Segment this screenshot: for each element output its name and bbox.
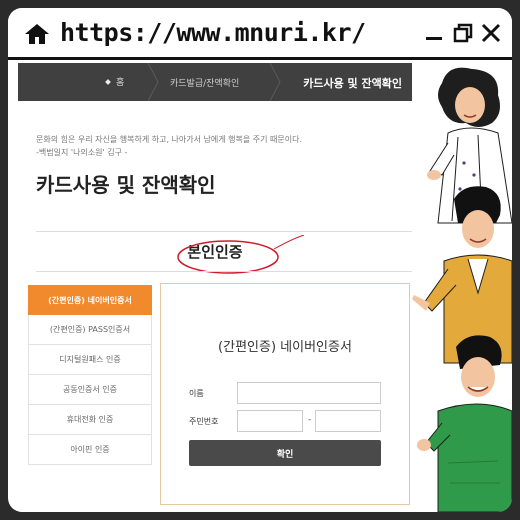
menu-item-joint-certificate[interactable]: 공동인증서 인증	[28, 375, 152, 405]
chevron-right-icon	[147, 63, 159, 101]
chevron-right-icon	[269, 63, 281, 101]
rrn-label: 주민번호	[189, 417, 219, 426]
quote-line: 문화의 힘은 우리 자신을 행복하게 하고, 나아가서 남에게 행복을 주기 때…	[36, 135, 303, 144]
form-title: (간편인증) 네이버인증서	[218, 340, 352, 355]
people-illustration	[412, 67, 512, 512]
breadcrumb: 홈 카드발급/잔액확인 카드사용 및 잔액확인	[18, 63, 412, 101]
divider	[36, 271, 412, 272]
menu-item-ipin[interactable]: 아이핀 인증	[28, 435, 152, 465]
menu-item-pass[interactable]: (간편인증) PASS인증서	[28, 315, 152, 345]
browser-frame: https://www.mnuri.kr/ 홈 카드발급/잔액확인 카드사용 및…	[8, 8, 512, 512]
web-page: 홈 카드발급/잔액확인 카드사용 및 잔액확인 문화의 힘은 우리 자신을 행복…	[18, 63, 412, 512]
home-dot-icon	[105, 78, 111, 85]
divider	[36, 231, 412, 232]
menu-item-naver[interactable]: (간편인증) 네이버인증서	[28, 285, 152, 315]
breadcrumb-home-label: 홈	[116, 78, 125, 88]
menu-item-mobile[interactable]: 휴대전화 인증	[28, 405, 152, 435]
name-input[interactable]	[237, 382, 381, 404]
auth-method-menu: (간편인증) 네이버인증서 (간편인증) PASS인증서 디지털원패스 인증 공…	[28, 285, 152, 465]
highlight-circle-annotation	[177, 235, 305, 274]
breadcrumb-home[interactable]: 홈	[105, 75, 125, 88]
man-green-sweater-illustration	[417, 335, 512, 512]
minimize-icon[interactable]	[424, 22, 446, 44]
menu-item-digital-onepass[interactable]: 디지털원패스 인증	[28, 345, 152, 375]
window-controls	[424, 22, 502, 44]
breadcrumb-current: 카드사용 및 잔액확인	[303, 77, 402, 90]
home-icon[interactable]	[24, 23, 50, 45]
quote: 문화의 힘은 우리 자신을 행복하게 하고, 나아가서 남에게 행복을 주기 때…	[36, 133, 302, 159]
man-yellow-jacket-illustration	[412, 186, 512, 364]
url-text[interactable]: https://www.mnuri.kr/	[60, 18, 366, 47]
breadcrumb-item-card[interactable]: 카드발급/잔액확인	[170, 76, 239, 89]
confirm-button[interactable]: 확인	[189, 440, 381, 466]
restore-icon[interactable]	[452, 22, 474, 44]
address-bar[interactable]: https://www.mnuri.kr/	[8, 8, 512, 60]
name-label: 이름	[189, 389, 204, 398]
quote-author: -백범일지 '나의소원' 김구 -	[36, 148, 128, 157]
page-title: 카드사용 및 잔액확인	[36, 173, 216, 197]
rrn-back-input[interactable]	[315, 410, 381, 432]
auth-form: (간편인증) 네이버인증서 이름 주민번호 - 확인	[160, 283, 410, 505]
rrn-front-input[interactable]	[237, 410, 303, 432]
close-icon[interactable]	[480, 22, 502, 44]
rrn-dash: -	[308, 415, 312, 425]
